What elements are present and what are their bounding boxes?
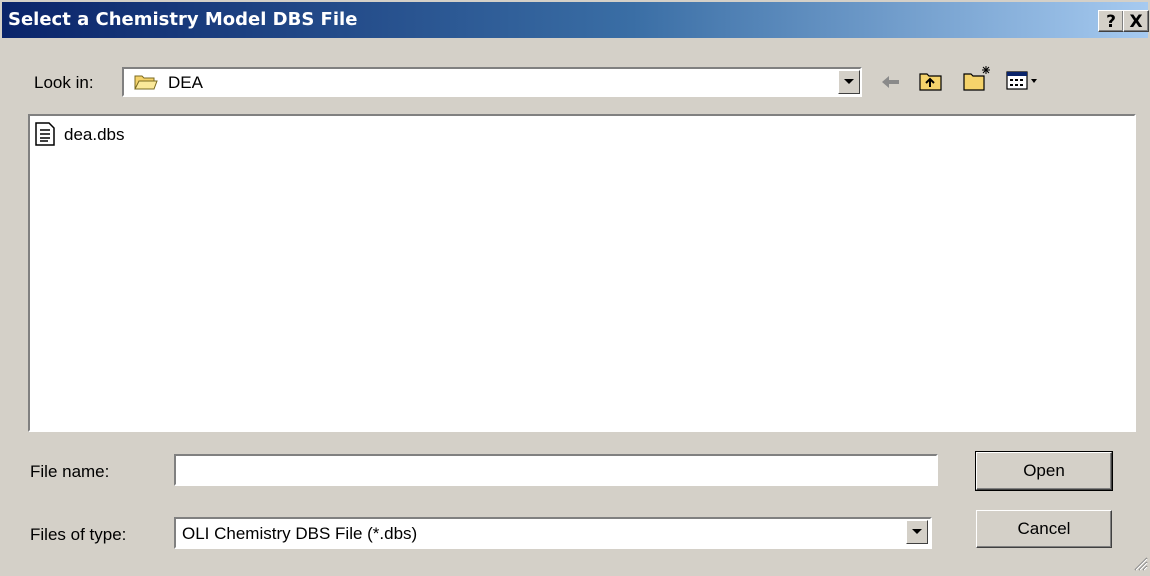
open-button[interactable]: Open — [975, 451, 1113, 491]
look-in-dropdown-arrow[interactable] — [838, 70, 860, 94]
look-in-value: DEA — [168, 73, 203, 92]
help-button[interactable]: ? — [1098, 10, 1124, 32]
document-icon — [34, 122, 56, 151]
view-menu-icon[interactable] — [1006, 70, 1040, 97]
resize-grip-icon[interactable] — [1132, 555, 1148, 571]
files-of-type-combobox[interactable]: OLI Chemistry DBS File (*.dbs) — [174, 517, 932, 549]
files-of-type-label: Files of type: — [30, 525, 127, 544]
file-name-text: dea.dbs — [64, 125, 125, 144]
title-bar[interactable]: Select a Chemistry Model DBS File ? X — [2, 2, 1149, 38]
close-button[interactable]: X — [1123, 10, 1149, 32]
files-of-type-value: OLI Chemistry DBS File (*.dbs) — [182, 524, 418, 543]
files-of-type-dropdown-arrow[interactable] — [906, 520, 928, 544]
look-in-label: Look in: — [34, 73, 94, 92]
create-new-folder-icon[interactable] — [962, 64, 992, 97]
look-in-combobox[interactable]: DEA — [122, 67, 862, 97]
file-name-input[interactable] — [174, 454, 938, 486]
folder-open-icon — [134, 73, 158, 96]
window-title: Select a Chemistry Model DBS File — [8, 9, 358, 30]
file-open-dialog: Select a Chemistry Model DBS File ? X Lo… — [0, 0, 1150, 573]
file-name-label: File name: — [30, 462, 110, 481]
file-list[interactable]: dea.dbs — [28, 114, 1136, 432]
up-one-level-icon[interactable] — [918, 70, 944, 97]
cancel-button[interactable]: Cancel — [976, 510, 1112, 548]
back-arrow-icon[interactable] — [880, 72, 902, 97]
